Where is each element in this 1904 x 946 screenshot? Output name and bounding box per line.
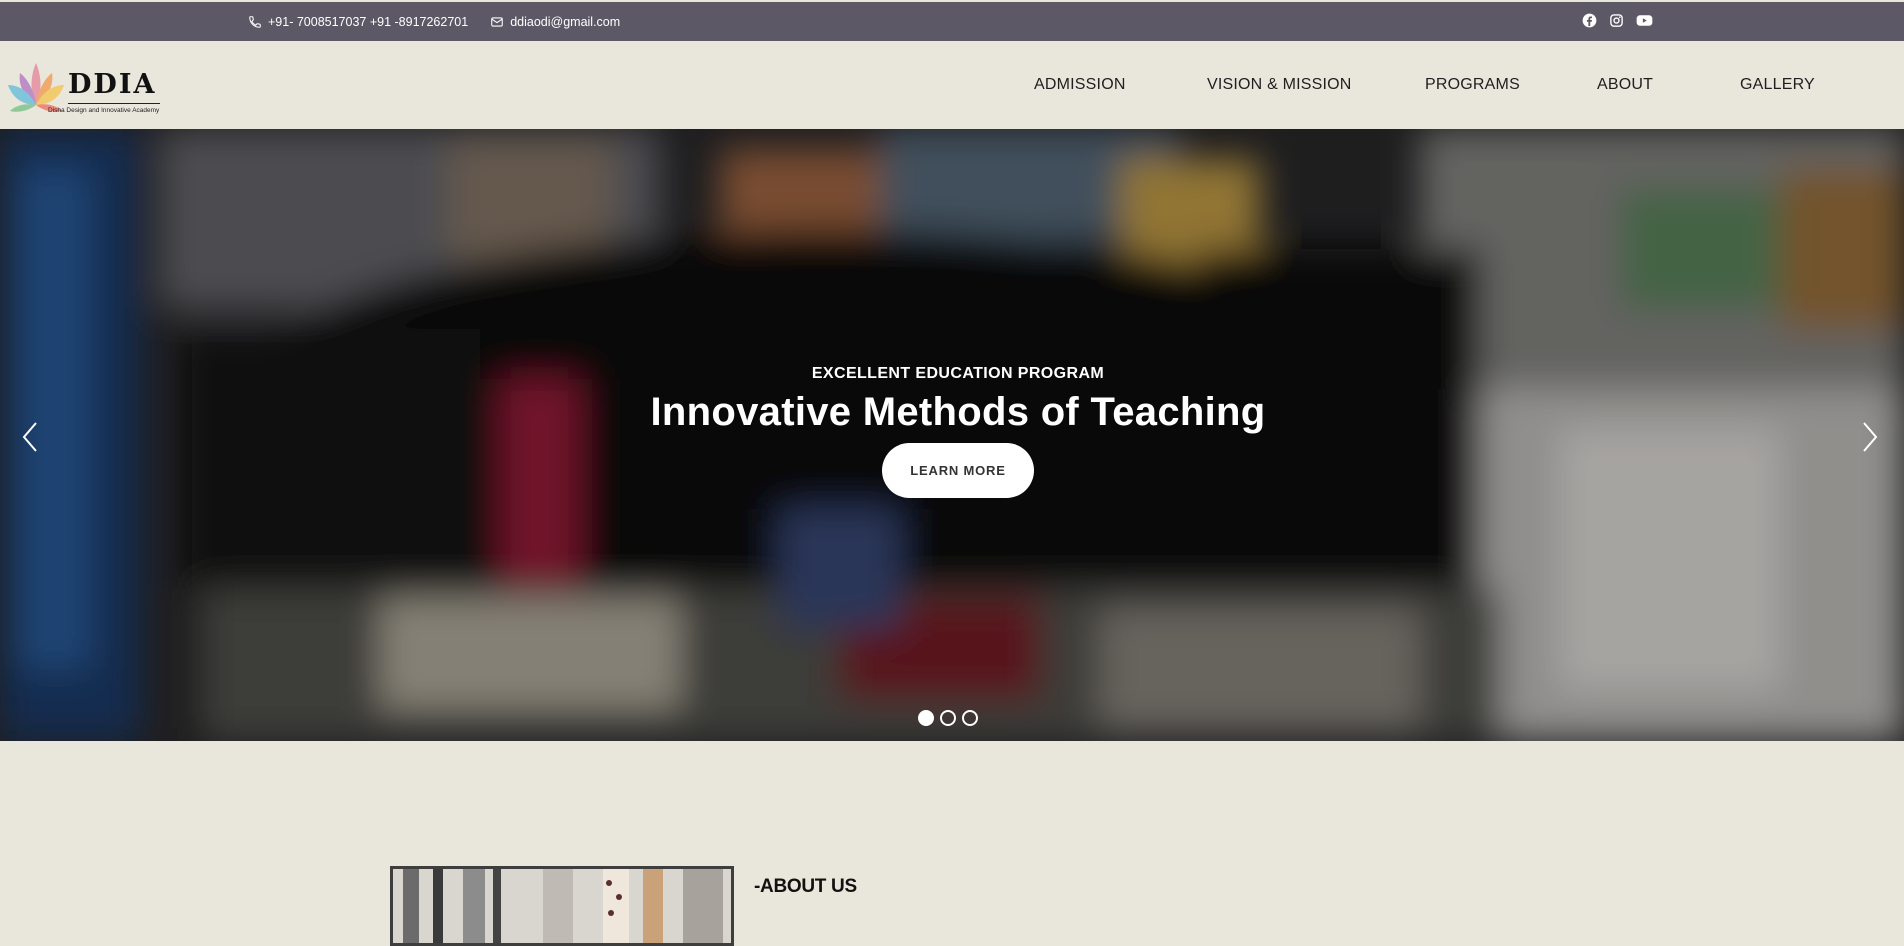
chevron-right-icon xyxy=(1863,422,1878,452)
facebook-icon[interactable] xyxy=(1582,13,1597,31)
social-links xyxy=(1582,13,1653,31)
nav-programs[interactable]: PROGRAMS xyxy=(1425,76,1520,94)
chevron-left-icon xyxy=(22,422,37,452)
slide-dot-2[interactable] xyxy=(940,710,956,726)
hero-content: EXCELLENT EDUCATION PROGRAM Innovative M… xyxy=(0,365,1904,498)
site-logo[interactable]: DDIA Disha Design and Innovative Academy xyxy=(6,55,176,117)
logo-wordmark: DDIA xyxy=(68,69,157,100)
phone-numbers[interactable]: +91- 7008517037 +91 -8917262701 xyxy=(268,15,468,29)
envelope-icon xyxy=(490,15,504,29)
nav-vision-mission[interactable]: VISION & MISSION xyxy=(1207,76,1352,94)
hero-headline: Innovative Methods of Teaching xyxy=(650,390,1266,434)
contact-info: +91- 7008517037 +91 -8917262701 ddiaodi@… xyxy=(248,15,620,29)
youtube-icon[interactable] xyxy=(1636,13,1653,31)
site-header: DDIA Disha Design and Innovative Academy… xyxy=(0,41,1904,129)
slide-dot-3[interactable] xyxy=(962,710,978,726)
email-link[interactable]: ddiaodi@gmail.com xyxy=(510,15,620,29)
instagram-icon[interactable] xyxy=(1609,13,1624,31)
learn-more-button[interactable]: LEARN MORE xyxy=(882,443,1034,498)
logo-tagline: Disha Design and Innovative Academy xyxy=(48,107,160,114)
nav-gallery[interactable]: GALLERY xyxy=(1740,76,1815,94)
logo-divider xyxy=(68,103,160,104)
prev-slide-button[interactable] xyxy=(18,419,42,455)
about-us-heading: -ABOUT US xyxy=(754,876,857,897)
top-contact-bar: +91- 7008517037 +91 -8917262701 ddiaodi@… xyxy=(0,0,1904,41)
slide-dot-1[interactable] xyxy=(918,710,934,726)
phone-icon xyxy=(248,15,262,29)
hero-eyebrow: EXCELLENT EDUCATION PROGRAM xyxy=(811,365,1105,382)
nav-about[interactable]: ABOUT xyxy=(1597,76,1653,94)
about-image xyxy=(390,866,734,946)
hero-slider: EXCELLENT EDUCATION PROGRAM Innovative M… xyxy=(0,129,1904,741)
next-slide-button[interactable] xyxy=(1858,419,1882,455)
slide-indicators xyxy=(918,710,978,726)
nav-admission[interactable]: ADMISSION xyxy=(1034,76,1126,94)
